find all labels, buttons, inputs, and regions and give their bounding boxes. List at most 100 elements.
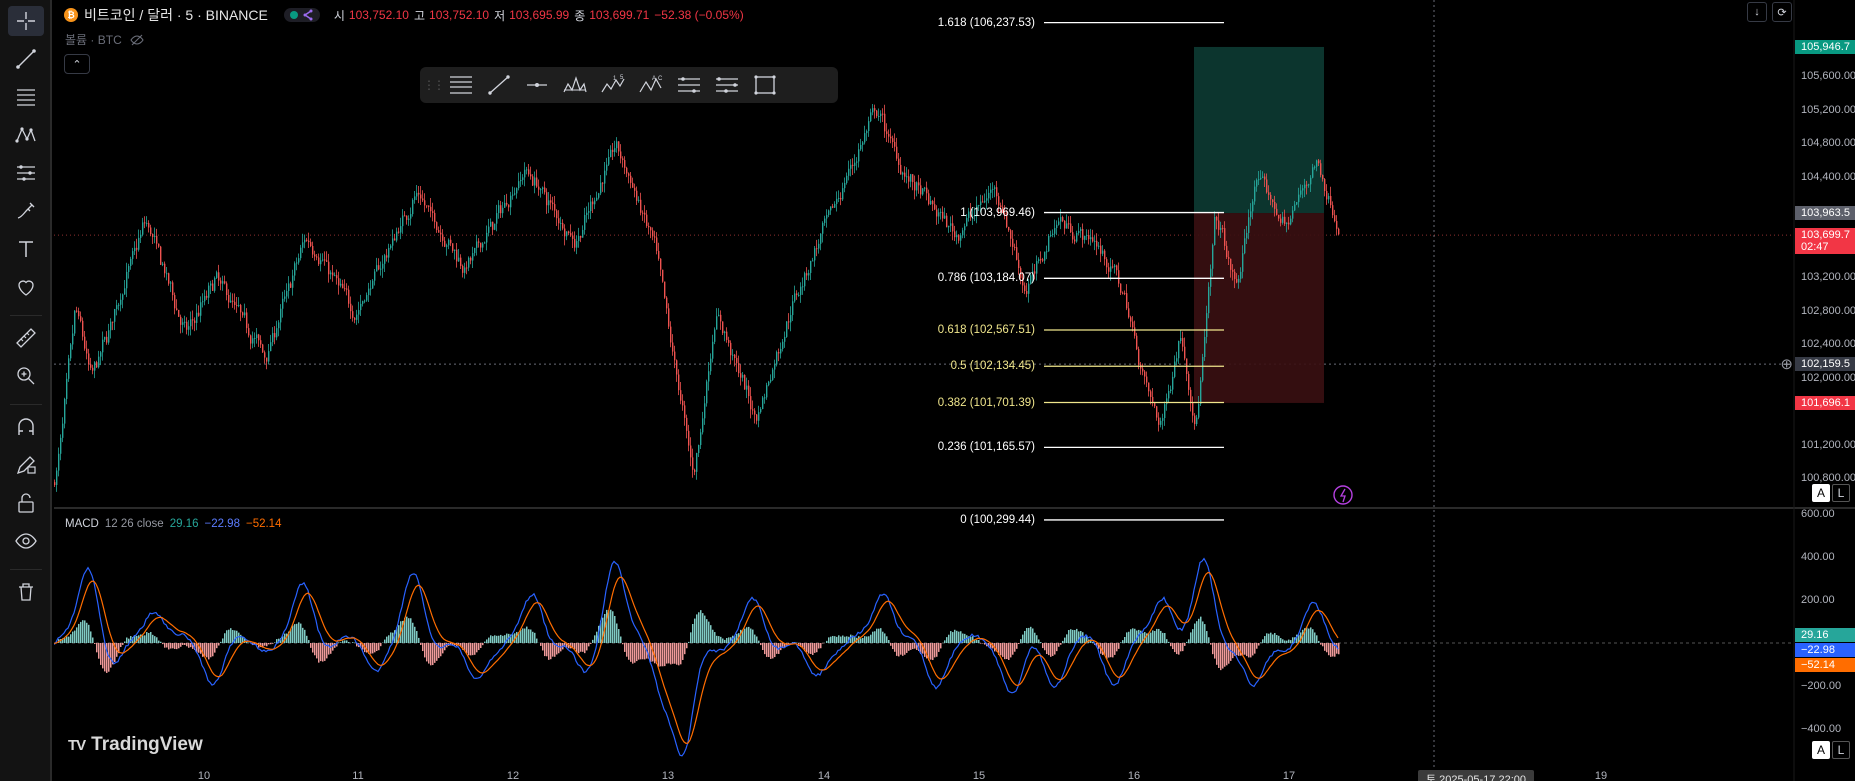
candle-body: [130, 258, 132, 267]
prediction-tools[interactable]: [8, 158, 44, 188]
candle-body: [468, 257, 470, 268]
candle-body: [1338, 228, 1340, 235]
candle-body: [598, 193, 600, 198]
log-scale-button[interactable]: L: [1832, 484, 1850, 502]
symbol-title[interactable]: 비트코인 / 달러 · 5 · BINANCE: [84, 5, 268, 25]
macd-histogram-bar: [384, 639, 386, 643]
candle-body: [1274, 201, 1276, 209]
market-status-pill[interactable]: [283, 8, 320, 22]
macd-histogram-bar: [1118, 643, 1120, 649]
candle-body: [1226, 245, 1228, 258]
macd-legend[interactable]: MACD 12 26 close 29.16 −22.98 −52.14: [65, 518, 281, 530]
macd-histogram-bar: [206, 643, 208, 658]
macd-histogram-bar: [412, 622, 414, 643]
drag-handle-icon[interactable]: ⋮⋮: [423, 78, 445, 92]
abcd-pattern-tool[interactable]: AC: [634, 70, 668, 100]
macd-histogram-bar: [472, 643, 474, 656]
hide-drawings[interactable]: [8, 526, 44, 556]
macd-histogram-bar: [146, 632, 148, 643]
share-icon: [303, 9, 313, 21]
macd-histogram-bar: [1044, 643, 1046, 651]
macd-histogram-bar: [750, 628, 752, 643]
pattern-tools[interactable]: [8, 120, 44, 150]
candle-body: [232, 300, 234, 302]
macd-histogram-bar: [528, 629, 530, 643]
eye-hidden-icon[interactable]: [130, 34, 144, 46]
candle-body: [1142, 368, 1144, 372]
elliott-wave-tool[interactable]: 15: [596, 70, 630, 100]
macd-value-tag: −22.98: [1795, 643, 1855, 657]
macd-histogram-bar: [580, 643, 582, 652]
candle-body: [74, 310, 76, 334]
macd-histogram-bar: [1042, 643, 1044, 649]
macd-histogram-bar: [1060, 643, 1062, 645]
auto-scale-button[interactable]: A: [1812, 484, 1830, 502]
candle-body: [832, 206, 834, 208]
macd-histogram-bar: [1292, 637, 1294, 643]
fib-channel-tool[interactable]: [672, 70, 706, 100]
candle-body: [1276, 208, 1278, 215]
macd-histogram-bar: [422, 643, 424, 652]
macd-axis-tick: 200.00: [1801, 594, 1835, 606]
candle-body: [94, 362, 96, 371]
macd-histogram-bar: [122, 643, 124, 645]
candle-body: [1166, 398, 1168, 405]
horizontal-line-tool[interactable]: [520, 70, 554, 100]
rectangle-tool[interactable]: [748, 70, 782, 100]
candle-body: [1292, 210, 1294, 219]
macd-histogram-bar: [976, 639, 978, 643]
macd-histogram-bar: [1252, 643, 1254, 656]
macd-histogram-bar: [756, 636, 758, 643]
candle-body: [164, 263, 166, 274]
remove-drawings[interactable]: [8, 577, 44, 607]
zoom-tool[interactable]: [8, 361, 44, 391]
trend-line-tool[interactable]: [8, 44, 44, 74]
candle-body: [446, 245, 448, 247]
candle-body: [58, 453, 60, 471]
log-scale-button-macd[interactable]: L: [1832, 741, 1850, 759]
macd-histogram-bar: [764, 643, 766, 655]
fib-tools[interactable]: [8, 82, 44, 112]
scroll-to-latest-button[interactable]: ↓: [1747, 2, 1767, 22]
magnet-tool[interactable]: [8, 412, 44, 442]
add-alert-plus-icon[interactable]: ⊕: [1780, 355, 1793, 373]
candle-body: [778, 352, 780, 354]
chart-area[interactable]: ₿ 비트코인 / 달러 · 5 · BINANCE 시 103,752.10 고1…: [54, 0, 1855, 781]
candle-body: [988, 192, 990, 199]
lock-drawings[interactable]: [8, 488, 44, 518]
macd-histogram-bar: [530, 629, 532, 643]
candle-body: [896, 146, 898, 159]
fib-retracement-tool[interactable]: [444, 70, 478, 100]
brush-tools[interactable]: [8, 196, 44, 226]
measure-tool[interactable]: [8, 323, 44, 353]
candle-body: [870, 112, 872, 122]
pattern-tool[interactable]: [558, 70, 592, 100]
candle-body: [420, 194, 422, 199]
candle-body: [1062, 217, 1064, 221]
collapse-legend-button[interactable]: ⌃: [64, 54, 90, 74]
text-tool[interactable]: [8, 234, 44, 264]
macd-histogram-bar: [330, 643, 332, 654]
candle-body: [980, 201, 982, 206]
macd-histogram-bar: [864, 636, 866, 643]
trend-line-tool[interactable]: [482, 70, 516, 100]
crosshair-tool[interactable]: [8, 6, 44, 36]
stay-in-drawing-mode[interactable]: [8, 450, 44, 480]
candle-body: [1240, 271, 1242, 279]
macd-histogram-bar: [808, 643, 810, 654]
fib-lines-icon: [17, 89, 35, 106]
macd-histogram-bar: [1200, 616, 1202, 643]
auto-scale-button-macd[interactable]: A: [1812, 741, 1830, 759]
parallel-channel-tool[interactable]: [710, 70, 744, 100]
price-chart-canvas[interactable]: [54, 0, 1855, 781]
candle-body: [1328, 195, 1330, 200]
macd-histogram-bar: [238, 632, 240, 643]
candle-body: [338, 278, 340, 286]
candle-body: [498, 205, 500, 214]
candle-body: [838, 197, 840, 199]
candle-body: [80, 316, 82, 321]
tradingview-logo[interactable]: TV TradingView: [68, 734, 203, 756]
macd-histogram-bar: [182, 643, 184, 645]
icons-tool[interactable]: [8, 272, 44, 302]
reset-chart-button[interactable]: ⟳: [1772, 2, 1792, 22]
